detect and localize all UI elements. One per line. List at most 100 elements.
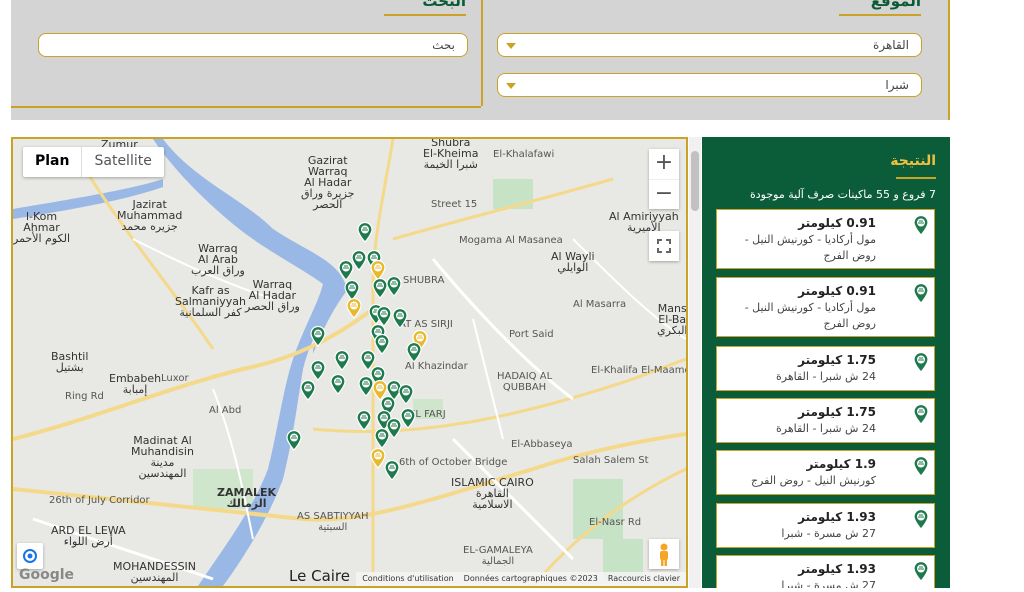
branch-pin-icon[interactable] — [345, 297, 363, 319]
result-distance: 0.91 كيلومتر — [798, 216, 876, 230]
atm-pin-icon[interactable] — [373, 427, 391, 449]
label-salah-salem: Salah Salem St — [573, 455, 649, 466]
results-title-underline — [896, 177, 936, 179]
label-madinat: Madinat Al Muhandisin مدينة المهندسين — [131, 434, 194, 480]
label-warraq-arab: Warraq Al Arab وراق العرب — [191, 242, 245, 277]
map-view[interactable]: Zumur Shubra El-Kheima شبرا الخيمة Gazir… — [11, 137, 688, 588]
result-card[interactable]: 1.75 كيلومتر 24 ش شبرا - القاهرة — [716, 398, 935, 443]
label-wayli: Al Wayli الوايلي — [551, 250, 595, 274]
results-title: النتيجة — [890, 153, 936, 169]
section-divider — [481, 0, 483, 106]
label-gamaleya: EL-GAMALEYA الجمالية — [463, 545, 533, 567]
result-address: 27 ش مسرة - شبرا — [781, 527, 876, 540]
result-address: 24 ش شبرا - القاهرة — [775, 422, 876, 435]
map-type-plan-button[interactable]: Plan — [23, 147, 81, 177]
map-type-satellite-button[interactable]: Satellite — [81, 147, 163, 177]
atm-pin-icon[interactable] — [309, 325, 327, 347]
atm-pin-icon[interactable] — [405, 341, 423, 363]
street-view-pegman-button[interactable] — [649, 539, 679, 569]
atm-pin-icon[interactable] — [285, 429, 303, 451]
filter-panel: الموقع البحث بحث القاهرة شبرا — [11, 0, 950, 120]
search-title-underline — [384, 14, 466, 16]
label-hadaiq: HADAIQ AL QUBBAH — [497, 371, 553, 393]
atm-pin-icon[interactable] — [329, 373, 347, 395]
result-card[interactable]: 1.93 كيلومتر 27 ش مسرة - شبرا — [716, 503, 935, 548]
atm-pin-icon[interactable] — [333, 349, 351, 371]
district-select[interactable]: شبرا — [497, 73, 922, 97]
label-mansheya: Mans El-Ba البكري — [657, 302, 688, 337]
label-luxor: Luxor — [161, 373, 189, 384]
location-title-underline — [839, 14, 921, 16]
search-input[interactable]: بحث — [38, 33, 468, 57]
result-distance: 1.93 كيلومتر — [798, 562, 876, 576]
label-port-said: Port Said — [509, 329, 554, 340]
label-ring-rd: Ring Rd — [65, 391, 104, 402]
label-sabtiyyah: AS SABTIYYAH السبتية — [297, 511, 369, 533]
keyboard-shortcuts-link[interactable]: Raccourcis clavier — [608, 574, 680, 586]
result-address: مول أركاديا - كورنيش النيل - روض الفرج — [744, 233, 876, 262]
zoom-out-button[interactable]: − — [649, 179, 679, 210]
map-type-control: Plan Satellite — [23, 147, 164, 177]
fullscreen-button[interactable] — [649, 231, 679, 261]
atm-pin-icon — [912, 455, 930, 477]
result-distance: 1.93 كيلومتر — [798, 510, 876, 524]
page-scrollbar[interactable] — [689, 137, 701, 588]
result-card[interactable]: 0.91 كيلومتر مول أركاديا - كورنيش النيل -… — [716, 209, 935, 269]
atm-pin-icon — [912, 282, 930, 304]
city-select[interactable]: القاهرة — [497, 33, 922, 57]
atm-pin-icon[interactable] — [356, 221, 374, 243]
atm-pin-icon[interactable] — [385, 275, 403, 297]
atm-pin-icon[interactable] — [337, 259, 355, 281]
crosshair-icon — [23, 549, 37, 563]
atm-pin-icon[interactable] — [355, 409, 373, 431]
chevron-down-icon — [506, 83, 516, 89]
result-card[interactable]: 1.75 كيلومتر 24 ش شبرا - القاهرة — [716, 346, 935, 391]
result-card[interactable]: 0.91 كيلومتر مول أركاديا - كورنيش النيل -… — [716, 277, 935, 337]
result-distance: 0.91 كيلومتر — [798, 284, 876, 298]
results-panel: النتيجة 7 فروع و 55 ماكينات صرف آلية موج… — [702, 137, 950, 588]
label-mogama: Mogama Al Masanea — [459, 235, 563, 246]
label-gazirat: Gazirat Warraq Al Hadar جزيرة وراق الحصر — [301, 154, 355, 211]
atm-pin-icon — [912, 560, 930, 582]
atm-pin-icon[interactable] — [397, 383, 415, 405]
label-kafr: Kafr as Salmaniyyah كفر السلمانية — [175, 284, 246, 319]
location-section-title: الموقع — [870, 0, 921, 10]
terms-link[interactable]: Conditions d'utilisation — [362, 574, 453, 586]
atm-pin-icon[interactable] — [383, 459, 401, 481]
label-abbaseya: El-Abbaseya — [511, 439, 573, 450]
label-el-khalifa: El-Khalifa El-Maamoun — [591, 365, 686, 376]
atm-pin-icon — [912, 403, 930, 425]
atm-pin-icon — [912, 214, 930, 236]
map-data-text: Données cartographiques ©2023 — [463, 574, 598, 583]
label-amiriyyah: Al Amiriyyah الأميرية — [609, 210, 679, 234]
label-mohandessin: MOHANDESSIN المهندسين — [113, 560, 197, 584]
atm-pin-icon[interactable] — [391, 307, 409, 329]
label-kom-ahmar: l-Kom Ahmar الكوم الأحمر — [13, 210, 71, 245]
result-card[interactable]: 1.9 كيلومتر كورنيش النيل - روض الفرج — [716, 450, 935, 495]
result-address: 24 ش شبرا - القاهرة — [775, 370, 876, 383]
district-value: شبرا — [885, 78, 909, 92]
label-july-corridor: 26th of July Corridor — [49, 495, 150, 506]
search-section-title: البحث — [422, 0, 466, 10]
label-jazirat: Jazirat Muhammad جزيره محمد — [117, 198, 183, 233]
result-address: مول أركاديا - كورنيش النيل - روض الفرج — [744, 301, 876, 330]
result-distance: 1.9 كيلومتر — [806, 457, 876, 471]
label-el-nasr: El-Nasr Rd — [589, 517, 642, 528]
atm-pin-icon — [912, 508, 930, 530]
result-card[interactable]: 1.93 كيلومتر 27 ش مسرة - شبرا — [716, 555, 935, 588]
label-bashtil: Bashtil بشتيل — [51, 350, 89, 374]
map-attribution: Conditions d'utilisation Données cartogr… — [356, 572, 686, 586]
atm-pin-icon[interactable] — [309, 359, 327, 381]
label-october-bridge: 6th of October Bridge — [399, 457, 508, 468]
city-value: القاهرة — [873, 38, 909, 52]
my-location-button[interactable] — [17, 543, 43, 569]
label-shubra: Shubra El-Kheima شبرا الخيمة — [423, 137, 479, 171]
fullscreen-icon — [657, 239, 671, 253]
label-shubra-area: SHUBRA — [403, 275, 445, 286]
zoom-in-button[interactable]: + — [649, 149, 679, 179]
results-summary: 7 فروع و 55 ماكينات صرف آلية موجودة — [750, 188, 936, 201]
scrollbar-thumb[interactable] — [691, 151, 699, 211]
chevron-down-icon — [506, 43, 516, 49]
label-ard: ARD EL LEWA أرض اللواء — [51, 524, 126, 548]
atm-pin-icon[interactable] — [299, 379, 317, 401]
